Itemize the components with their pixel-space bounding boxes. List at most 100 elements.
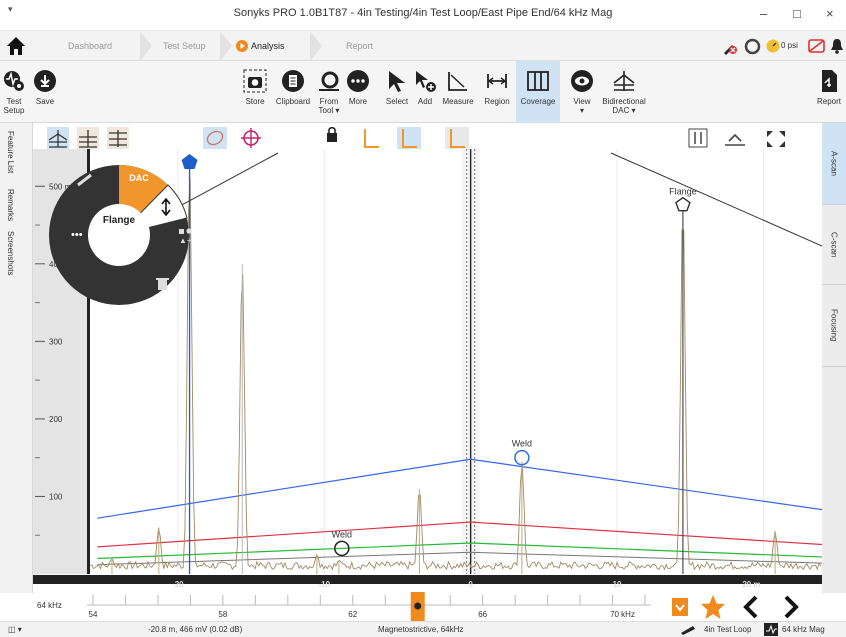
- frequency-mode[interactable]: 64 kHz Mag: [782, 625, 825, 634]
- close-icon[interactable]: ×: [826, 6, 834, 21]
- view-button[interactable]: View ▾: [566, 61, 598, 123]
- clipboard-button[interactable]: Clipboard: [272, 61, 314, 123]
- tab-screenshots[interactable]: Screenshots: [6, 231, 15, 275]
- nav-analysis[interactable]: Analysis: [251, 31, 285, 61]
- frequency-tick-label: 66: [478, 610, 487, 619]
- panel-toggle-icon[interactable]: ◫ ▾: [8, 625, 22, 634]
- radial-more-icon[interactable]: •••: [71, 229, 83, 241]
- export-button[interactable]: [666, 593, 694, 621]
- app-window: ▾ Sonyks PRO 1.0B1T87 - 4in Testing/4in …: [0, 0, 846, 637]
- weld-label: Weld: [332, 529, 352, 539]
- x-tick-label: -10: [318, 580, 330, 588]
- lasso-button[interactable]: [203, 127, 227, 149]
- svg-text:▲+: ▲+: [179, 236, 192, 245]
- nav-dashboard[interactable]: Dashboard: [68, 31, 112, 61]
- lock-icon[interactable]: [327, 133, 337, 142]
- add-feature-icon[interactable]: [179, 229, 184, 234]
- tab-focusing[interactable]: Focusing: [822, 285, 846, 367]
- coverage-button[interactable]: Coverage: [516, 61, 560, 123]
- fit-width-icon[interactable]: [688, 128, 708, 148]
- camera-icon: [243, 69, 267, 93]
- peak-icon[interactable]: [725, 133, 745, 146]
- home-icon[interactable]: [6, 36, 26, 56]
- pointer-icon: [389, 71, 405, 92]
- bidirectional-dac-button[interactable]: Bidirectional DAC ▾: [598, 61, 650, 123]
- window-title: Sonyks PRO 1.0B1T87 - 4in Testing/4in Te…: [233, 7, 613, 19]
- x-tick-label: 10: [613, 580, 622, 588]
- left-side-tabs: Feature List Remarks Screenshots: [0, 123, 33, 593]
- guide-line-right: [610, 152, 822, 247]
- nav-report[interactable]: Report: [346, 31, 373, 61]
- notification-bell-icon[interactable]: [830, 38, 844, 54]
- maximize-icon[interactable]: □: [793, 6, 801, 21]
- axis-blue-button[interactable]: [397, 127, 421, 149]
- plot-toolbar: [47, 126, 785, 149]
- status-ring-icon[interactable]: [744, 38, 761, 55]
- battery-warning-icon[interactable]: [808, 38, 826, 54]
- radial-dac-label: DAC: [129, 173, 149, 183]
- next-icon[interactable]: [776, 593, 804, 621]
- report-icon: [822, 70, 837, 92]
- flange-marker: [675, 196, 691, 212]
- add-button[interactable]: Add: [412, 61, 438, 123]
- frequency-tick-label: 62: [348, 610, 357, 619]
- tab-feature-list[interactable]: Feature List: [6, 131, 15, 173]
- favorite-star-icon[interactable]: [699, 593, 727, 621]
- axis-grey-button[interactable]: [445, 127, 469, 149]
- test-setup-icon: [4, 71, 24, 91]
- minimize-icon[interactable]: –: [760, 6, 767, 21]
- measure-button[interactable]: Measure: [438, 61, 478, 123]
- store-button[interactable]: Store: [238, 61, 272, 123]
- x-tick-label: 20 m: [742, 580, 760, 588]
- x-axis-ticks: -20 -10 0 10 20 m: [172, 580, 760, 589]
- axis-orange-icon[interactable]: [364, 129, 379, 148]
- flange-label: Flange: [669, 187, 697, 197]
- tab-remarks[interactable]: Remarks: [6, 189, 15, 221]
- nav-test-setup[interactable]: Test Setup: [163, 31, 206, 61]
- select-button[interactable]: Select: [382, 61, 412, 123]
- save-button[interactable]: Save: [28, 61, 62, 123]
- from-tool-button[interactable]: From Tool ▾: [314, 61, 344, 123]
- eye-icon: [571, 70, 593, 92]
- disconnected-icon[interactable]: [722, 39, 738, 55]
- nav-bar: Dashboard Test Setup Analysis Report 0 p…: [0, 31, 846, 61]
- a-scan-plot[interactable]: 500 mV400300200100 WeldWeldFlange DAC ••: [33, 123, 822, 583]
- cursor-position: -20.8 m, 466 mV (0.02 dB): [148, 625, 243, 634]
- pipe-icon: [681, 626, 695, 635]
- radial-menu[interactable]: DAC ••• ▲+ Flange: [49, 165, 192, 305]
- dac-curve: [97, 458, 822, 519]
- frequency-tick-label: 58: [218, 610, 227, 619]
- dac-curves: [97, 458, 822, 566]
- signal-icon: [764, 623, 778, 636]
- clipboard-icon: [282, 70, 304, 92]
- x-axis-bar: -20 -10 0 10 20 m: [33, 575, 822, 589]
- report-button[interactable]: Report: [812, 61, 846, 123]
- weld-label: Weld: [512, 439, 532, 449]
- y-tick-label: 200: [49, 415, 63, 424]
- loop-name[interactable]: 4in Test Loop: [704, 625, 751, 634]
- frequency-tick-label: 70 kHz: [610, 610, 635, 619]
- frequency-ruler[interactable]: 54 58 62 66 70 kHz: [87, 592, 651, 621]
- y-tick-label: 100: [49, 492, 63, 501]
- more-button[interactable]: More: [344, 61, 372, 123]
- frequency-slider-knob: [414, 602, 422, 610]
- measure-icon: [448, 72, 467, 91]
- mode-indicator: Magnetostrictive, 64kHz: [378, 625, 464, 634]
- region-button[interactable]: Region: [478, 61, 516, 123]
- x-tick-label: -20: [172, 580, 184, 588]
- test-setup-button[interactable]: Test Setup: [0, 61, 28, 123]
- signal-trace: [89, 163, 822, 574]
- dac-curve: [97, 542, 822, 560]
- gate-marker[interactable]: [461, 149, 480, 574]
- x-tick-label: 0: [468, 580, 473, 588]
- delete-icon[interactable]: [158, 280, 167, 290]
- pressure-value: 0 psi: [781, 41, 798, 50]
- add-pointer-icon: [416, 71, 436, 92]
- tab-a-scan[interactable]: A-scan: [822, 123, 846, 205]
- main-toolbar: Test Setup Save Store Clipboard From Too…: [0, 61, 846, 123]
- a-scan-canvas: 500 mV400300200100 WeldWeldFlange DAC ••: [33, 126, 822, 574]
- tab-c-scan[interactable]: C-scan: [822, 205, 846, 285]
- status-bar: ◫ ▾ -20.8 m, 466 mV (0.02 dB) Magnetostr…: [0, 621, 846, 637]
- previous-icon[interactable]: [738, 593, 766, 621]
- fullscreen-icon[interactable]: [767, 131, 785, 147]
